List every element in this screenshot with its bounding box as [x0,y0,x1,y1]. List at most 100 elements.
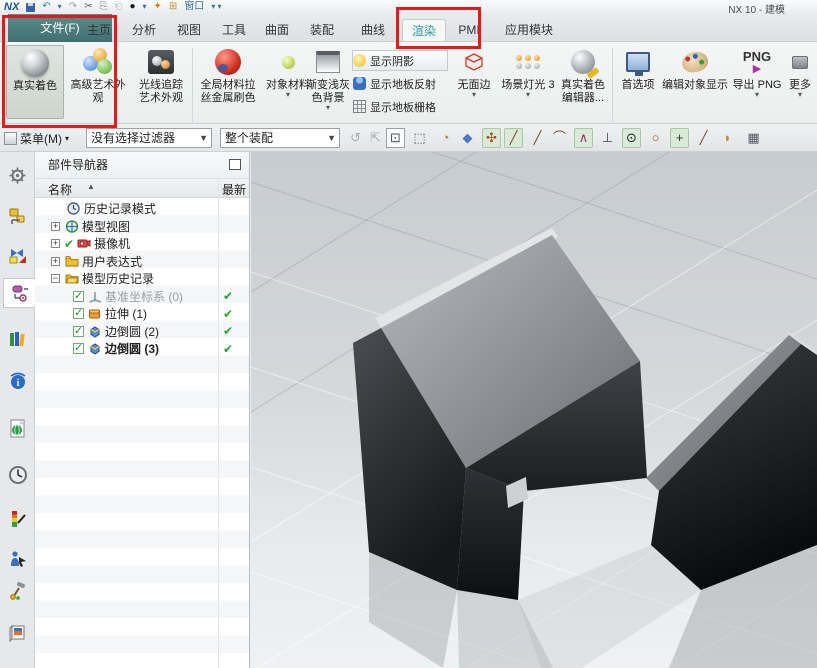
cut-icon[interactable]: ✂ [84,1,92,13]
selection-scope-select[interactable]: 整个装配▼ [220,128,340,148]
sphere-display-icon[interactable]: ● [129,1,135,13]
tree-row-datum-csys[interactable]: 基准坐标系 (0) ✔ [35,288,249,306]
shadow-bulb-icon [353,54,366,67]
web-browser-icon[interactable] [3,414,32,444]
tab-render[interactable]: 渲染 [402,19,446,41]
graphics-viewport[interactable] [251,152,817,668]
window-menu[interactable]: 窗口 [184,1,204,13]
roller-gear-icon[interactable] [3,160,32,190]
tab-home[interactable]: 主页 [81,19,117,41]
snap-curve-icon[interactable]: ⌒ [550,128,569,148]
preferences-button[interactable]: 首选项 [616,45,660,119]
reuse-library-icon[interactable] [3,324,32,354]
tree-row-extrude[interactable]: 拉伸 (1) ✔ [35,305,249,323]
sphere-dropdown-icon[interactable]: ▾ [143,1,147,13]
roles-icon[interactable] [3,618,32,648]
expand-icon[interactable]: + [51,257,60,266]
window-dropdown-icon[interactable]: ▾ ▾ [211,1,221,13]
show-floor-grid-toggle[interactable]: 显示地板栅格 [352,96,448,117]
export-png-button[interactable]: PNG ▶ 导出 PNG [730,45,784,119]
snap-point-icon[interactable]: ✣ [482,128,501,148]
solid-cube-icon[interactable]: ◆ [458,128,477,148]
undo-icon[interactable]: ↶ [42,1,50,13]
rect-select-icon[interactable]: ⬚ [410,128,429,148]
assembly-navigator-icon[interactable] [3,202,32,232]
save-icon[interactable] [26,3,35,12]
tree-row-cameras[interactable]: + ✔ 摄像机 [35,235,249,253]
tab-view[interactable]: 视图 [171,19,207,41]
internet-assistant-icon[interactable]: i [3,366,32,396]
tab-tools[interactable]: 工具 [216,19,252,41]
highlight-related-icon[interactable]: ↺ [346,128,365,148]
machining-wizard-icon[interactable] [3,576,32,606]
global-material-button[interactable]: 全局材料拉 丝金属刷色 [197,45,259,119]
redo-icon[interactable]: ↷ [69,1,77,13]
latest-check-icon: ✔ [223,289,233,303]
tab-pmi[interactable]: PMI [452,19,486,41]
hd3d-tools-icon[interactable] [3,504,32,534]
snap-midpoint-icon[interactable]: ╱ [528,128,547,148]
menu-button[interactable]: 菜单(M) ▾ [4,128,69,148]
tab-curve[interactable]: 曲线 [355,19,391,41]
tree-row-edge-blend-2[interactable]: 边倒圆 (2) ✔ [35,323,249,341]
show-floor-reflection-toggle[interactable]: 显示地板反射 [352,73,448,94]
checkbox-checked-icon[interactable] [73,308,84,319]
snap-circle-icon[interactable]: ○ [646,128,665,148]
tab-assemblies[interactable]: 装配 [304,19,340,41]
constraint-navigator-icon[interactable] [3,240,32,270]
tab-surface[interactable]: 曲面 [259,19,295,41]
snap-center-icon[interactable]: ⊙ [622,128,641,148]
raytrace-art-button[interactable]: 光线追踪 艺术外观 [132,45,190,119]
interior-select-icon[interactable]: ⇱ [366,128,385,148]
tab-analysis[interactable]: 分析 [126,19,162,41]
true-shading-button[interactable]: 真实着色 [6,45,64,119]
gradient-bg-button[interactable]: 渐变浅灰 色背景 [302,45,354,119]
column-latest[interactable]: 最新 [222,181,246,198]
no-face-edge-button[interactable]: 无面边 [450,45,498,119]
navigator-column-header[interactable]: 名称 ▲ 最新 [35,179,249,198]
show-shadow-toggle[interactable]: 显示阴影 [352,50,448,71]
checkbox-checked-icon[interactable] [73,291,84,302]
visual-reports-icon[interactable] [3,544,32,574]
snap-grid-icon[interactable]: ▦ [744,128,763,148]
part-navigator-icon[interactable] [3,278,35,308]
history-icon[interactable] [3,460,32,490]
advanced-art-button[interactable]: 高级艺术外观 [66,45,130,119]
snap-line-icon[interactable]: ╱ [694,128,713,148]
window-icon[interactable]: ⊞ [169,1,177,13]
preferences-monitor-icon [626,52,650,72]
snap-endpoint-icon[interactable]: ╱ [504,128,523,148]
tree-row-model-history[interactable]: − 模型历史记录 [35,270,249,288]
snap-perp-icon[interactable]: ⊥ [598,128,617,148]
snap-pole-icon[interactable]: ∧ [574,128,593,148]
scene-lights-button[interactable]: 场景灯光 3 [500,45,556,119]
tree-row-model-views[interactable]: + 模型视图 [35,218,249,236]
tab-application[interactable]: 应用模块 [498,19,560,41]
edit-object-display-button[interactable]: 编辑对象显示 [660,45,730,119]
panel-maximize-icon[interactable] [229,159,241,170]
camera-check-icon: ✔ [64,237,74,251]
true-shading-sphere-icon [21,49,49,77]
tree-row-edge-blend-3[interactable]: 边倒圆 (3) ✔ [35,340,249,358]
paste-icon[interactable]: ⎗ [114,1,122,13]
undo-dropdown-icon[interactable]: ▾ [58,1,62,13]
collapse-icon[interactable]: − [51,274,60,283]
expand-icon[interactable]: + [51,222,60,231]
tree-row-user-expressions[interactable]: + 用户表达式 [35,253,249,271]
wireframe-orient-icon[interactable]: ◔ [436,128,455,148]
history-mode-icon [67,202,81,215]
column-name[interactable]: 名称 [48,181,72,198]
touch-mode-icon[interactable]: ✦ [154,1,162,13]
checkbox-checked-icon[interactable] [73,326,84,337]
copy-icon[interactable]: ⎘ [99,1,107,13]
checkbox-checked-icon[interactable] [73,343,84,354]
snap-intersection-icon[interactable]: + [670,128,689,148]
tree-row-history-mode[interactable]: 历史记录模式 [35,200,249,218]
shading-editor-button[interactable]: 真实着色 编辑器... [556,45,610,119]
selection-filter-select[interactable]: 没有选择过滤器▼ [86,128,212,148]
selection-dropdown-icon[interactable]: ⊡ [386,128,405,148]
expand-icon[interactable]: + [51,239,60,248]
more-button[interactable]: 更多 [786,45,814,119]
snap-face-icon[interactable]: ◗ [718,128,737,148]
edge-blend-icon [88,325,102,338]
